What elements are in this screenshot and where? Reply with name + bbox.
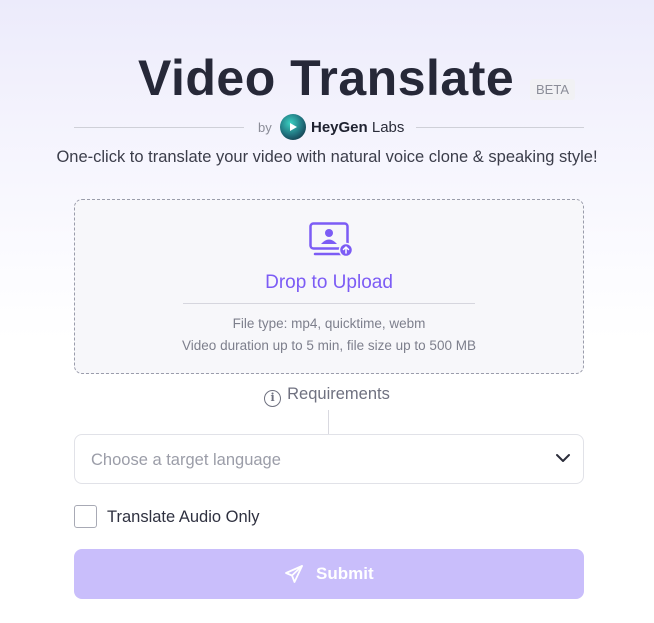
- drop-to-upload-label[interactable]: Drop to Upload: [75, 272, 583, 294]
- byline-divider-left: [74, 127, 244, 128]
- byline-divider-right: [416, 127, 584, 128]
- info-icon: i: [264, 390, 282, 407]
- page-title: Video Translate: [138, 50, 515, 106]
- byline: by HeyGen Labs: [0, 114, 654, 140]
- heygen-logo-icon: [280, 114, 306, 140]
- chevron-down-icon: [556, 454, 570, 462]
- requirements-link[interactable]: i Requirements: [0, 385, 654, 407]
- file-limits-info: Video duration up to 5 min, file size up…: [182, 338, 476, 353]
- upload-divider: [183, 303, 475, 304]
- brand-labs: Labs: [371, 119, 405, 136]
- brand-name: HeyGen Labs: [311, 119, 404, 136]
- audio-only-label[interactable]: Translate Audio Only: [107, 508, 260, 527]
- requirements-label: Requirements: [287, 385, 390, 403]
- audio-only-checkbox[interactable]: [74, 505, 97, 528]
- file-type-info: File type: mp4, quicktime, webm: [232, 316, 426, 331]
- requirements-connector: [328, 410, 329, 434]
- send-icon: [285, 565, 303, 583]
- target-language-select[interactable]: Choose a target language: [74, 434, 584, 484]
- upload-dropzone[interactable]: Drop to Upload File type: mp4, quicktime…: [74, 199, 584, 374]
- submit-label: Submit: [316, 564, 374, 583]
- brand-heygen: HeyGen: [311, 119, 368, 136]
- upload-video-icon: [309, 222, 353, 258]
- target-language-placeholder: Choose a target language: [91, 451, 281, 469]
- title-area: Video Translate BETA: [0, 48, 654, 108]
- by-text: by: [258, 120, 272, 135]
- page-subtitle: One-click to translate your video with n…: [56, 148, 598, 166]
- submit-button[interactable]: Submit: [74, 549, 584, 599]
- beta-badge: BETA: [530, 79, 575, 100]
